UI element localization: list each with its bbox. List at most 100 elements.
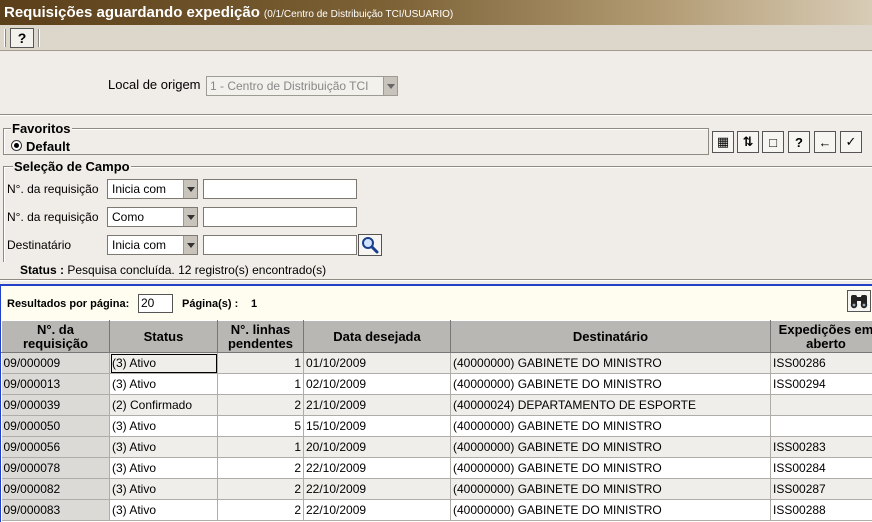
checkmark-button[interactable]: ✓ [840, 131, 862, 153]
results-bar: Resultados por página: 20 Página(s) : 1 [1, 286, 872, 320]
table-cell: 09/000009 [1, 352, 110, 374]
table-cell: 09/000078 [1, 457, 110, 479]
table-cell: (3) Ativo [109, 457, 218, 479]
table-cell: 09/000050 [1, 415, 110, 437]
operator-value: Inicia com [112, 238, 167, 252]
table-cell: ISS00287 [770, 478, 872, 500]
table-cell: 09/000039 [1, 394, 110, 416]
operator-select-destinatario[interactable]: Inicia com [107, 235, 198, 255]
chevron-down-icon[interactable] [183, 236, 197, 254]
help-button[interactable]: ? [10, 28, 34, 48]
field-label-requisicao-2: N°. da requisição [7, 210, 99, 224]
chevron-down-icon[interactable] [183, 180, 197, 198]
operator-value: Inicia com [112, 182, 167, 196]
table-cell: 1 [217, 373, 304, 395]
table-cell: 2 [217, 394, 304, 416]
column-header[interactable]: N°. linhas pendentes [217, 320, 304, 353]
divider [0, 279, 872, 281]
origem-select[interactable]: 1 - Centro de Distribuição TCI [206, 76, 398, 96]
field-label-requisicao-1: N°. da requisição [7, 182, 99, 196]
column-header[interactable]: N°. da requisição [1, 320, 110, 353]
table-cell: (3) Ativo [109, 415, 218, 437]
table-row[interactable]: 09/000013 (3) Ativo 1 02/10/2009 (40000000) … [1, 373, 872, 395]
table-cell: (3) Ativo [109, 373, 218, 395]
operator-value: Como [112, 210, 145, 224]
favoritos-legend: Favoritos [11, 121, 72, 136]
find-button[interactable] [847, 290, 871, 312]
status-label: Status : [20, 263, 65, 277]
sort-icon: ⇅ [742, 134, 754, 149]
origem-label: Local de origem [108, 77, 201, 92]
table-row[interactable]: 09/000009 (3) Ativo 1 01/10/2009 (40000000) … [1, 352, 872, 374]
window-title: Requisições aguardando expedição [4, 4, 260, 21]
requisicao-input-2[interactable] [203, 207, 357, 227]
table-cell: 09/000082 [1, 478, 110, 500]
results-table: N°. da requisição Status N°. linhas penden… [1, 320, 872, 521]
blank-page-icon: □ [769, 134, 777, 150]
selecao-legend: Seleção de Campo [13, 159, 131, 174]
table-cell: (3) Ativo [109, 478, 218, 500]
operator-select-requisicao-2[interactable]: Como [107, 207, 198, 227]
results-panel: Resultados por página: 20 Página(s) : 1 … [0, 284, 872, 522]
help-icon: ? [795, 134, 803, 150]
column-header[interactable]: Data desejada [303, 320, 451, 353]
table-row[interactable]: 09/000083 (3) Ativo 2 22/10/2009 (40000000) … [1, 499, 872, 521]
column-header[interactable]: Status [109, 320, 218, 353]
table-cell: 5 [217, 415, 304, 437]
table-cell: (3) Ativo [109, 352, 218, 374]
table-cell: 09/000056 [1, 436, 110, 458]
table-row[interactable]: 09/000056 (3) Ativo 1 20/10/2009 (40000000) … [1, 436, 872, 458]
window-subtitle: (0/1/Centro de Distribuição TCI/USUARIO) [263, 8, 454, 20]
table-cell: 22/10/2009 [303, 457, 451, 479]
chevron-down-icon[interactable] [383, 77, 397, 95]
table-cell: 01/10/2009 [303, 352, 451, 374]
blank-page-button[interactable]: □ [762, 131, 784, 153]
table-cell: (40000000) GABINETE DO MINISTRO [450, 478, 771, 500]
status-text: Pesquisa concluída. 12 registro(s) encon… [67, 263, 327, 277]
status-line: Status : Pesquisa concluída. 12 registro… [20, 263, 326, 277]
binoculars-icon [850, 295, 868, 309]
table-cell: (3) Ativo [109, 499, 218, 521]
destinatario-input[interactable] [203, 235, 357, 255]
favoritos-group [3, 128, 709, 155]
help-button[interactable]: ? [788, 131, 810, 153]
table-row[interactable]: 09/000050 (3) Ativo 5 15/10/2009 (40000000) … [1, 415, 872, 437]
table-cell: (40000000) GABINETE DO MINISTRO [450, 373, 771, 395]
operator-select-requisicao-1[interactable]: Inicia com [107, 179, 198, 199]
table-cell: 22/10/2009 [303, 499, 451, 521]
per-page-input[interactable]: 20 [138, 294, 173, 313]
sort-button[interactable]: ⇅ [737, 131, 759, 153]
table-row[interactable]: 09/000082 (3) Ativo 2 22/10/2009 (40000000) … [1, 478, 872, 500]
toolbar: ? [0, 25, 872, 51]
table-row[interactable]: 09/000078 (3) Ativo 2 22/10/2009 (40000000) … [1, 457, 872, 479]
table-cell: (3) Ativo [109, 436, 218, 458]
divider [0, 114, 872, 116]
column-header[interactable]: Destinatário [450, 320, 771, 353]
page-number[interactable]: 1 [251, 298, 257, 310]
table-cell: 20/10/2009 [303, 436, 451, 458]
table-cell [770, 415, 872, 437]
chevron-down-icon[interactable] [183, 208, 197, 226]
column-header[interactable]: Expedições em aberto [770, 320, 872, 353]
table-cell [770, 394, 872, 416]
search-button[interactable] [358, 234, 382, 256]
page-label: Página(s) : [182, 298, 239, 310]
table-cell: 2 [217, 478, 304, 500]
table-cell: 09/000083 [1, 499, 110, 521]
table-cell: 2 [217, 457, 304, 479]
toolbar-separator [4, 29, 6, 47]
back-arrow-button[interactable]: ← [814, 131, 836, 153]
requisicao-input-1[interactable] [203, 179, 357, 199]
favorito-default-radio[interactable] [11, 140, 22, 151]
columns-button[interactable]: ▦ [712, 131, 734, 153]
table-cell: 02/10/2009 [303, 373, 451, 395]
field-label-destinatario: Destinatário [7, 238, 72, 252]
table-cell: 1 [217, 436, 304, 458]
table-cell: 22/10/2009 [303, 478, 451, 500]
table-cell: (40000000) GABINETE DO MINISTRO [450, 415, 771, 437]
table-cell: ISS00294 [770, 373, 872, 395]
table-cell: 1 [217, 352, 304, 374]
table-body: 09/000009 (3) Ativo 1 01/10/2009 (40000000) … [1, 352, 872, 521]
table-cell: 09/000013 [1, 373, 110, 395]
table-row[interactable]: 09/000039 (2) Confirmado 2 21/10/2009 (40000… [1, 394, 872, 416]
